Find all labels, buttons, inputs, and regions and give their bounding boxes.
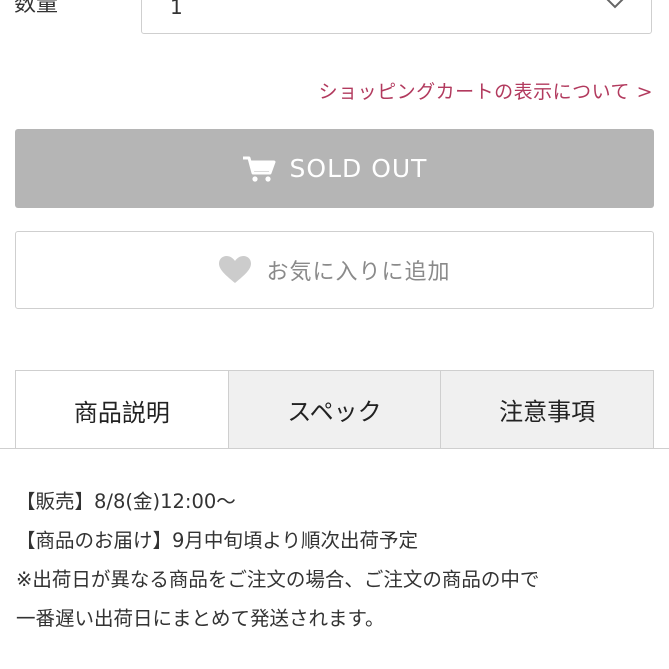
- heart-icon: [219, 256, 252, 283]
- description-line: 【商品のお届け】9月中旬頃より順次出荷予定: [16, 529, 419, 552]
- cart-display-info-link[interactable]: ショッピングカートの表示について >: [319, 77, 653, 104]
- tab-description[interactable]: 商品説明: [15, 370, 229, 449]
- add-to-favorites-button[interactable]: お気に入りに追加: [15, 231, 654, 309]
- product-description: 【販売】8/8(金)12:00～ 【商品のお届け】9月中旬頃より順次出荷予定 ※…: [16, 482, 661, 638]
- description-line: 一番遅い出荷日にまとめて発送されます。: [16, 607, 385, 630]
- description-line: ※出荷日が異なる商品をご注文の場合、ご注文の商品の中で: [16, 568, 540, 591]
- tab-content-divider: [0, 448, 669, 449]
- tab-notes[interactable]: 注意事項: [441, 370, 655, 449]
- product-tabs: 商品説明 スペック 注意事項: [15, 370, 655, 449]
- quantity-label: 数量: [14, 0, 59, 17]
- sold-out-label: SOLD OUT: [289, 154, 428, 183]
- tab-spec[interactable]: スペック: [228, 370, 442, 449]
- description-line: 【販売】8/8(金)12:00～: [16, 490, 236, 513]
- chevron-down-icon: [606, 0, 624, 9]
- sold-out-button[interactable]: SOLD OUT: [15, 129, 654, 208]
- add-to-favorites-label: お気に入りに追加: [266, 260, 451, 285]
- quantity-select[interactable]: 1: [141, 0, 652, 34]
- quantity-value: 1: [170, 0, 183, 19]
- quantity-row: 数量 1: [0, 0, 669, 38]
- cart-icon: [242, 156, 276, 182]
